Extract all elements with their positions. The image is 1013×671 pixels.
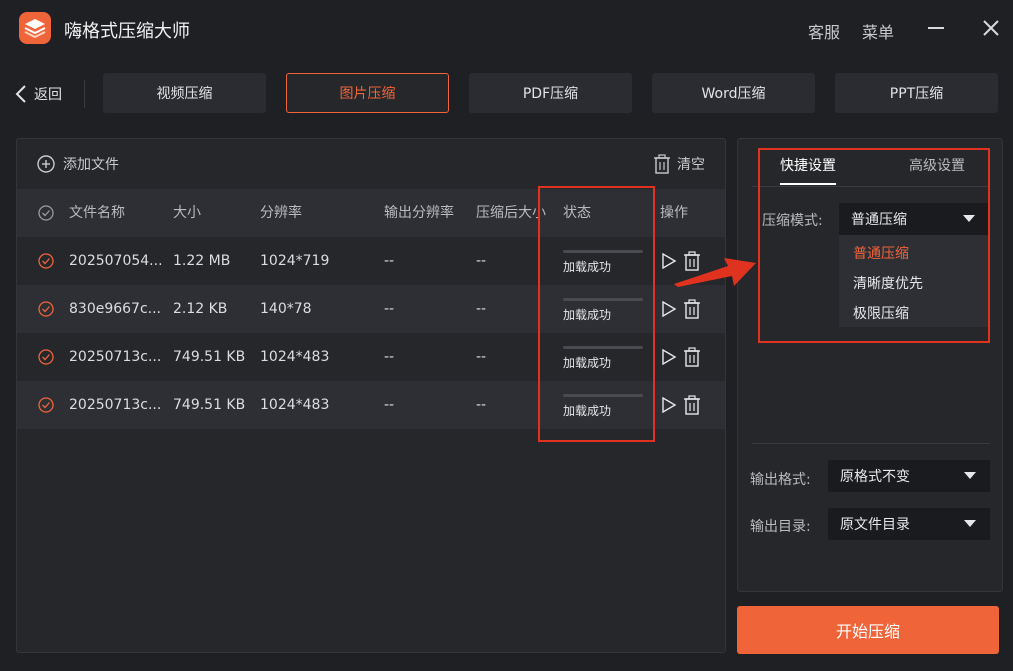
add-file-button[interactable]: 添加文件 bbox=[37, 153, 119, 175]
app-title: 嗨格式压缩大师 bbox=[64, 21, 190, 42]
menu-link[interactable]: 菜单 bbox=[862, 19, 894, 43]
start-compress-button[interactable]: 开始压缩 bbox=[737, 606, 999, 654]
file-size: 749.51 KB bbox=[173, 349, 246, 365]
file-size: 749.51 KB bbox=[173, 397, 246, 413]
play-icon[interactable] bbox=[661, 349, 677, 365]
file-name: 202507054... bbox=[69, 253, 163, 269]
trash-icon[interactable] bbox=[683, 347, 701, 367]
back-label: 返回 bbox=[34, 87, 62, 103]
file-resolution: 1024*719 bbox=[260, 253, 330, 269]
output-dir-label: 输出目录: bbox=[750, 519, 811, 535]
annotation-status-highlight bbox=[538, 186, 655, 442]
col-size: 大小 bbox=[173, 205, 201, 221]
trash-icon bbox=[654, 154, 670, 174]
file-name: 20250713c... bbox=[69, 397, 162, 413]
tab-word-compress[interactable]: Word压缩 bbox=[652, 73, 815, 113]
output-resolution: -- bbox=[384, 301, 395, 317]
col-output-resolution: 输出分辨率 bbox=[384, 205, 454, 221]
file-resolution: 140*78 bbox=[260, 301, 312, 317]
clear-label: 清空 bbox=[677, 157, 705, 173]
nav-divider bbox=[84, 80, 85, 108]
row-checkbox[interactable] bbox=[38, 397, 54, 413]
play-icon[interactable] bbox=[661, 397, 677, 413]
col-resolution: 分辨率 bbox=[260, 205, 302, 221]
back-button[interactable]: 返回 bbox=[14, 80, 62, 108]
compressed-size: -- bbox=[476, 397, 487, 413]
play-icon[interactable] bbox=[661, 301, 677, 317]
output-resolution: -- bbox=[384, 253, 395, 269]
output-dir-select[interactable]: 原文件目录 bbox=[828, 508, 990, 540]
file-name: 830e9667c... bbox=[69, 301, 162, 317]
customer-service-link[interactable]: 客服 bbox=[808, 19, 840, 43]
output-resolution: -- bbox=[384, 349, 395, 365]
output-format-value: 原格式不变 bbox=[840, 469, 910, 485]
close-icon[interactable] bbox=[979, 16, 1003, 40]
add-circle-icon bbox=[37, 155, 55, 173]
app-logo-icon bbox=[19, 12, 51, 44]
file-resolution: 1024*483 bbox=[260, 349, 330, 365]
trash-icon[interactable] bbox=[683, 299, 701, 319]
compressed-size: -- bbox=[476, 253, 487, 269]
add-file-label: 添加文件 bbox=[63, 157, 119, 173]
compressed-size: -- bbox=[476, 301, 487, 317]
output-dir-value: 原文件目录 bbox=[840, 517, 910, 533]
output-format-label: 输出格式: bbox=[750, 472, 811, 488]
tab-video-compress[interactable]: 视频压缩 bbox=[103, 73, 266, 113]
tab-image-compress[interactable]: 图片压缩 bbox=[286, 73, 449, 113]
row-checkbox[interactable] bbox=[38, 301, 54, 317]
back-arrow-icon bbox=[15, 85, 26, 103]
caret-down-icon bbox=[964, 472, 976, 479]
file-resolution: 1024*483 bbox=[260, 397, 330, 413]
annotation-arrow-icon bbox=[674, 258, 756, 287]
tab-ppt-compress[interactable]: PPT压缩 bbox=[835, 73, 998, 113]
caret-down-icon bbox=[964, 520, 976, 527]
col-actions: 操作 bbox=[660, 205, 688, 221]
settings-divider bbox=[752, 443, 990, 444]
minimize-icon[interactable] bbox=[924, 16, 948, 40]
col-name: 文件名称 bbox=[69, 205, 125, 221]
row-checkbox[interactable] bbox=[38, 349, 54, 365]
trash-icon[interactable] bbox=[683, 395, 701, 415]
title-bar: 嗨格式压缩大师 客服 菜单 bbox=[0, 0, 1013, 56]
annotation-settings-highlight bbox=[758, 148, 990, 343]
row-checkbox[interactable] bbox=[38, 253, 54, 269]
file-size: 1.22 MB bbox=[173, 253, 231, 269]
file-size: 2.12 KB bbox=[173, 301, 228, 317]
output-format-select[interactable]: 原格式不变 bbox=[828, 460, 990, 492]
clear-button[interactable]: 清空 bbox=[653, 153, 705, 175]
tab-pdf-compress[interactable]: PDF压缩 bbox=[469, 73, 632, 113]
output-resolution: -- bbox=[384, 397, 395, 413]
file-name: 20250713c... bbox=[69, 349, 162, 365]
col-compressed-size: 压缩后大小 bbox=[476, 205, 546, 221]
select-all-checkbox[interactable] bbox=[38, 205, 54, 221]
compressed-size: -- bbox=[476, 349, 487, 365]
